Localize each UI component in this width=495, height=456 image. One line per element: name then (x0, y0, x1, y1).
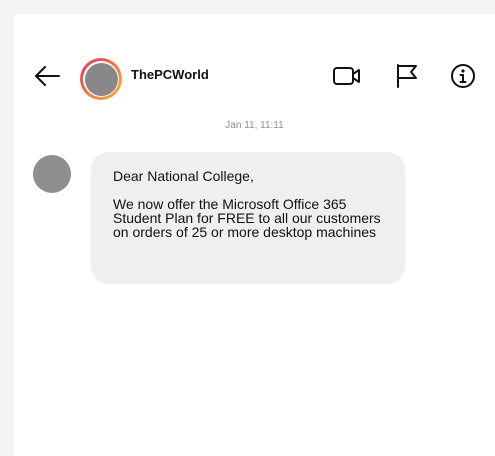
arrow-left-icon (35, 66, 60, 86)
report-button[interactable] (392, 62, 422, 90)
chat-panel: ThePCWorld Jan 11, 11:11 Dear National C… (14, 14, 495, 456)
back-button[interactable] (32, 62, 62, 90)
message-timestamp: Jan 11, 11:11 (225, 120, 284, 131)
sender-avatar[interactable] (33, 155, 71, 193)
flag-icon (397, 64, 417, 88)
contact-avatar[interactable] (80, 58, 122, 100)
avatar-image (84, 62, 118, 96)
info-button[interactable] (448, 62, 478, 90)
message-body: We now offer the Microsoft Office 365 St… (113, 196, 381, 240)
video-call-button[interactable] (332, 62, 362, 90)
message-greeting: Dear National College, (113, 168, 254, 184)
message-bubble[interactable]: Dear National College, We now offer the … (91, 152, 405, 284)
chat-header: ThePCWorld (14, 14, 495, 114)
contact-username[interactable]: ThePCWorld (131, 67, 209, 82)
info-icon (451, 64, 475, 88)
app-window: ThePCWorld Jan 11, 11:11 Dear National C… (0, 0, 495, 456)
video-camera-icon (333, 67, 360, 85)
